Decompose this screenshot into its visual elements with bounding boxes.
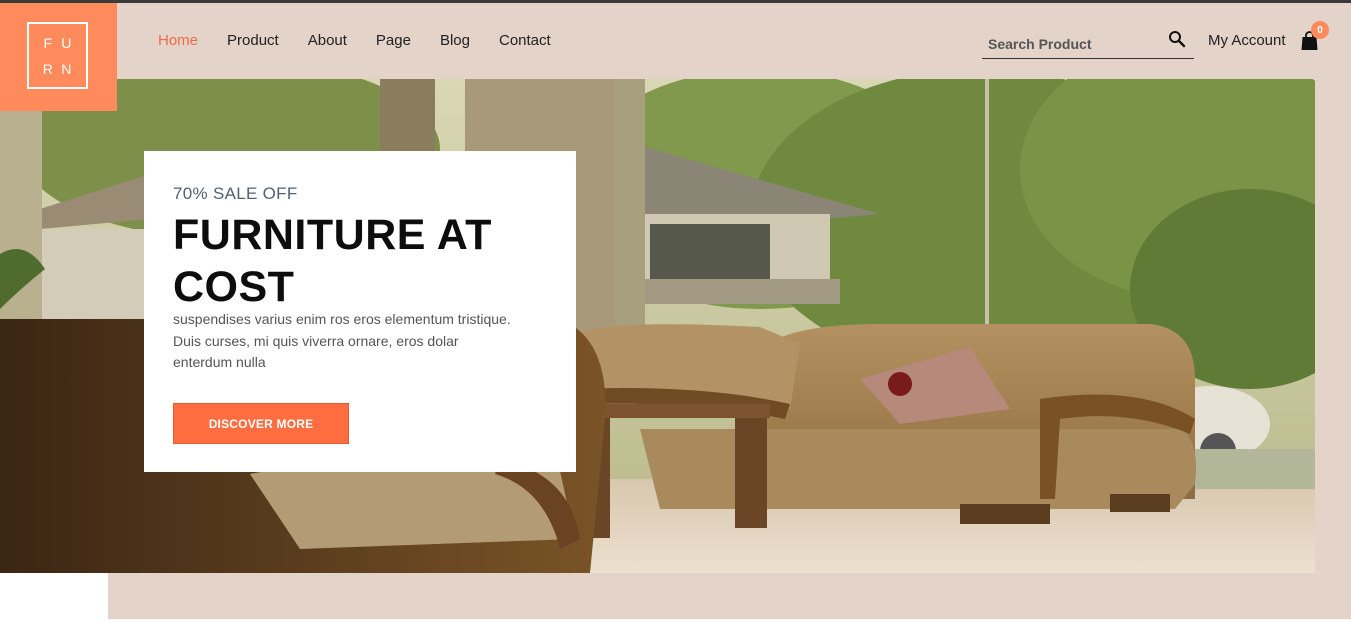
nav-contact[interactable]: Contact [499, 33, 551, 49]
sale-kicker: 70% SALE OFF [173, 184, 298, 203]
logo-mark: F U R N [27, 22, 88, 89]
search-box [982, 28, 1194, 59]
nav-about[interactable]: About [308, 33, 347, 49]
my-account-link[interactable]: My Account [1208, 33, 1286, 49]
search-input[interactable] [988, 36, 1158, 52]
logo[interactable]: F U R N [0, 3, 117, 111]
search-icon[interactable] [1168, 30, 1186, 48]
discover-more-button[interactable]: DISCOVER MORE [173, 403, 349, 444]
logo-letter: R [42, 60, 54, 77]
promo-card: 70% SALE OFF FURNITURE AT COST suspendis… [144, 151, 576, 472]
logo-letter: U [61, 34, 73, 51]
nav-home[interactable]: Home [158, 33, 198, 49]
nav-blog[interactable]: Blog [440, 33, 470, 49]
main-nav: Home Product About Page Blog Contact [158, 33, 551, 49]
logo-letter: N [61, 60, 73, 77]
page: F U R N Home Product About Page Blog Con… [0, 0, 1351, 628]
hero-description: suspendises varius enim ros eros element… [173, 311, 511, 370]
hero-headline: FURNITURE AT COST [173, 211, 492, 311]
nav-page[interactable]: Page [376, 33, 411, 49]
nav-product[interactable]: Product [227, 33, 279, 49]
cart-count-badge: 0 [1311, 21, 1329, 39]
logo-letter: F [43, 34, 54, 51]
